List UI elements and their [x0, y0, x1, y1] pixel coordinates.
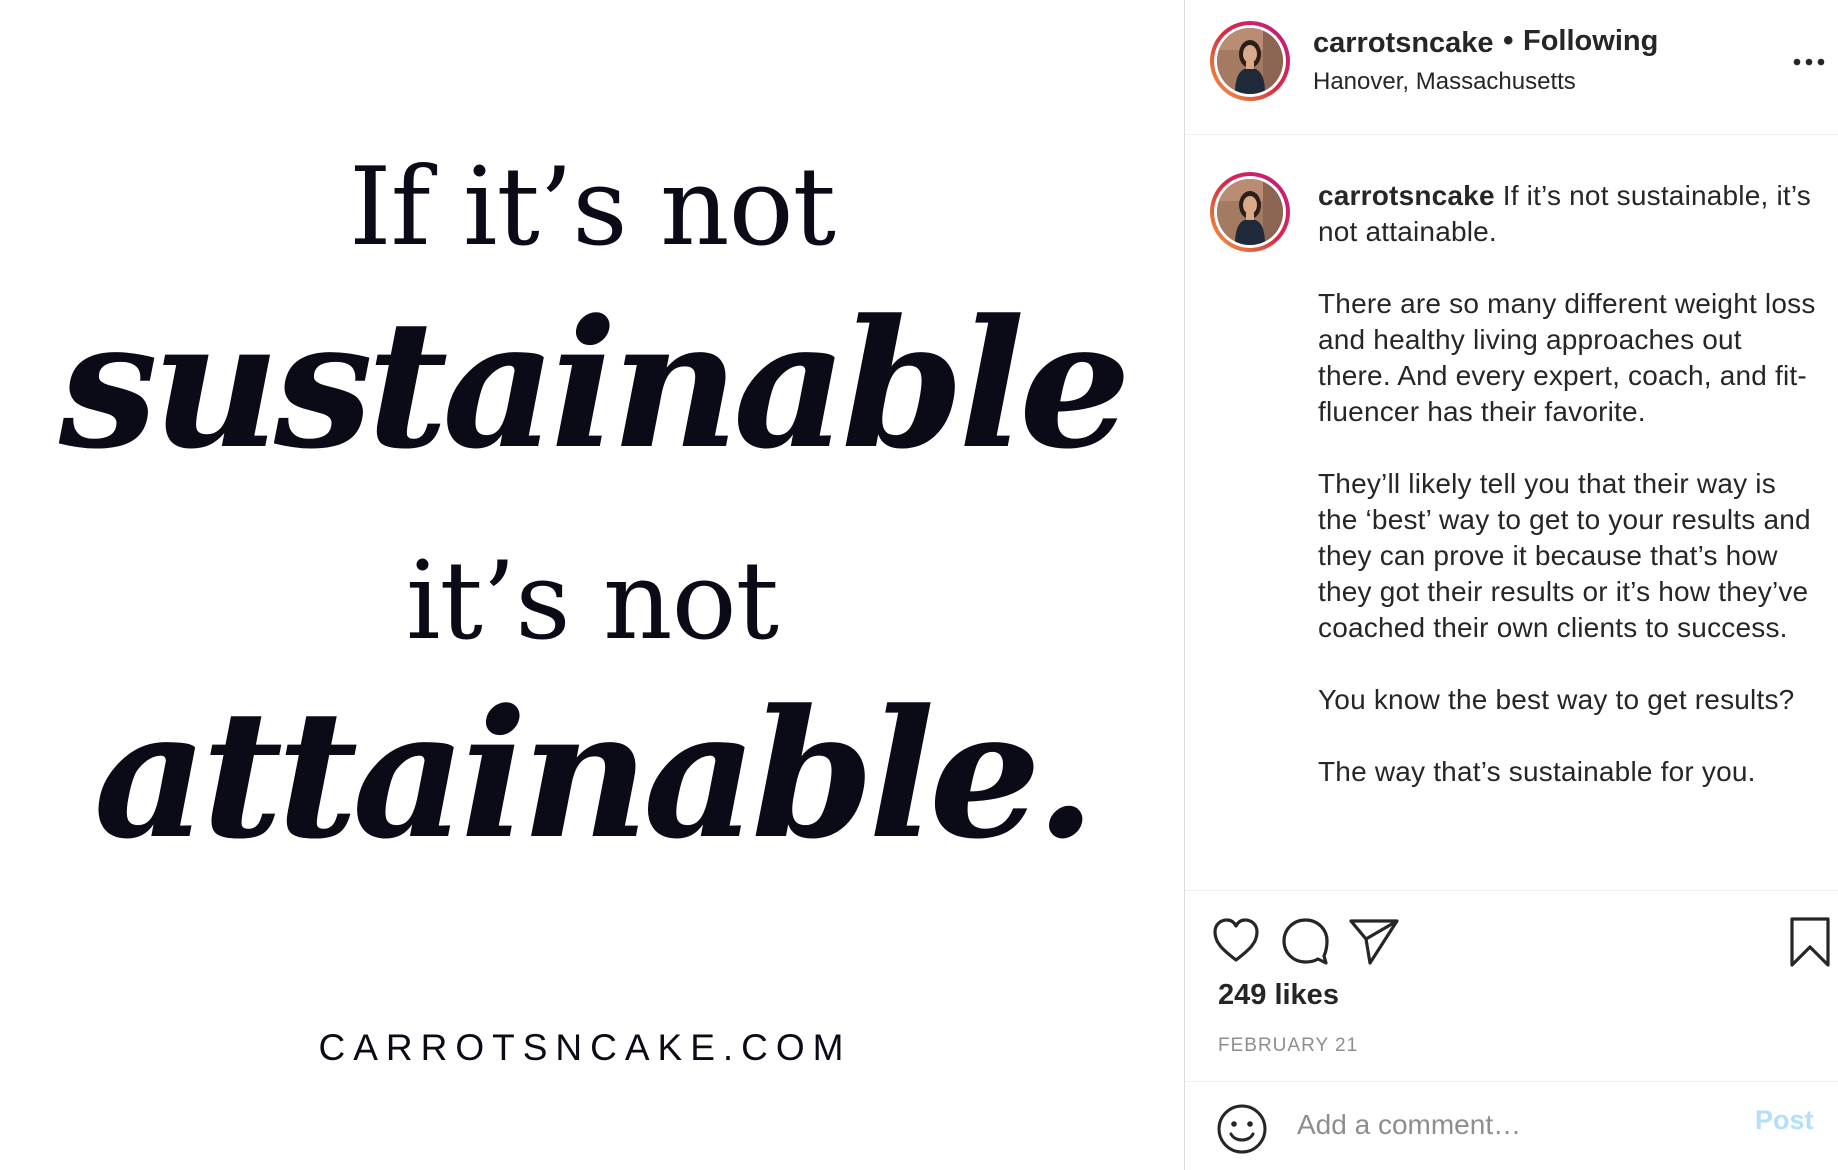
- caption-area: carrotsncake If it’s not sustainable, it…: [1185, 134, 1838, 890]
- post-date[interactable]: FEBRUARY 21: [1218, 1035, 1358, 1057]
- post-caption: carrotsncake If it’s not sustainable, it…: [1318, 178, 1818, 826]
- quote-line-4: attainable.: [93, 671, 1097, 878]
- comment-input[interactable]: [1295, 1099, 1729, 1151]
- header-separator: •: [1503, 24, 1514, 57]
- emoji-icon[interactable]: [1216, 1103, 1268, 1160]
- quote-line-3: it’s not: [405, 539, 779, 664]
- quote-line-1: If it’s not: [349, 145, 836, 270]
- more-horizontal-icon[interactable]: [1789, 44, 1829, 80]
- post-header: carrotsncake • Following Hanover, Massac…: [1185, 0, 1838, 135]
- bookmark-icon[interactable]: [1789, 916, 1831, 973]
- heart-icon[interactable]: [1211, 917, 1261, 970]
- avatar-photo: [1217, 28, 1283, 94]
- header-avatar[interactable]: [1210, 21, 1290, 101]
- post-image[interactable]: If it’s not sustainable it’s not attaina…: [0, 0, 1184, 1170]
- post-actions: 249 likes FEBRUARY 21: [1185, 890, 1838, 1082]
- caption-paragraph: There are so many different weight loss …: [1318, 288, 1816, 427]
- caption-paragraph: The way that’s sustainable for you.: [1318, 756, 1756, 787]
- caption-username[interactable]: carrotsncake: [1318, 180, 1495, 211]
- caption-first-paragraph: carrotsncake If it’s not sustainable, it…: [1318, 178, 1818, 250]
- quote-website-url: CARROTSNCAKE.COM: [318, 1027, 852, 1068]
- comment-bar: Post: [1185, 1081, 1838, 1170]
- post-comment-button[interactable]: Post: [1755, 1105, 1814, 1136]
- header-username[interactable]: carrotsncake: [1313, 27, 1494, 60]
- post-location[interactable]: Hanover, Massachusetts: [1313, 68, 1576, 96]
- caption-paragraph: You know the best way to get results?: [1318, 684, 1795, 715]
- share-icon[interactable]: [1348, 916, 1400, 971]
- avatar-photo: [1217, 179, 1283, 245]
- following-button[interactable]: Following: [1523, 25, 1658, 58]
- likes-count[interactable]: 249 likes: [1218, 979, 1339, 1012]
- post-side-panel: carrotsncake • Following Hanover, Massac…: [1184, 0, 1838, 1170]
- comment-icon[interactable]: [1280, 916, 1330, 971]
- quote-line-2: sustainable: [58, 281, 1131, 488]
- caption-paragraph: They’ll likely tell you that their way i…: [1318, 468, 1811, 643]
- caption-avatar[interactable]: [1210, 172, 1290, 252]
